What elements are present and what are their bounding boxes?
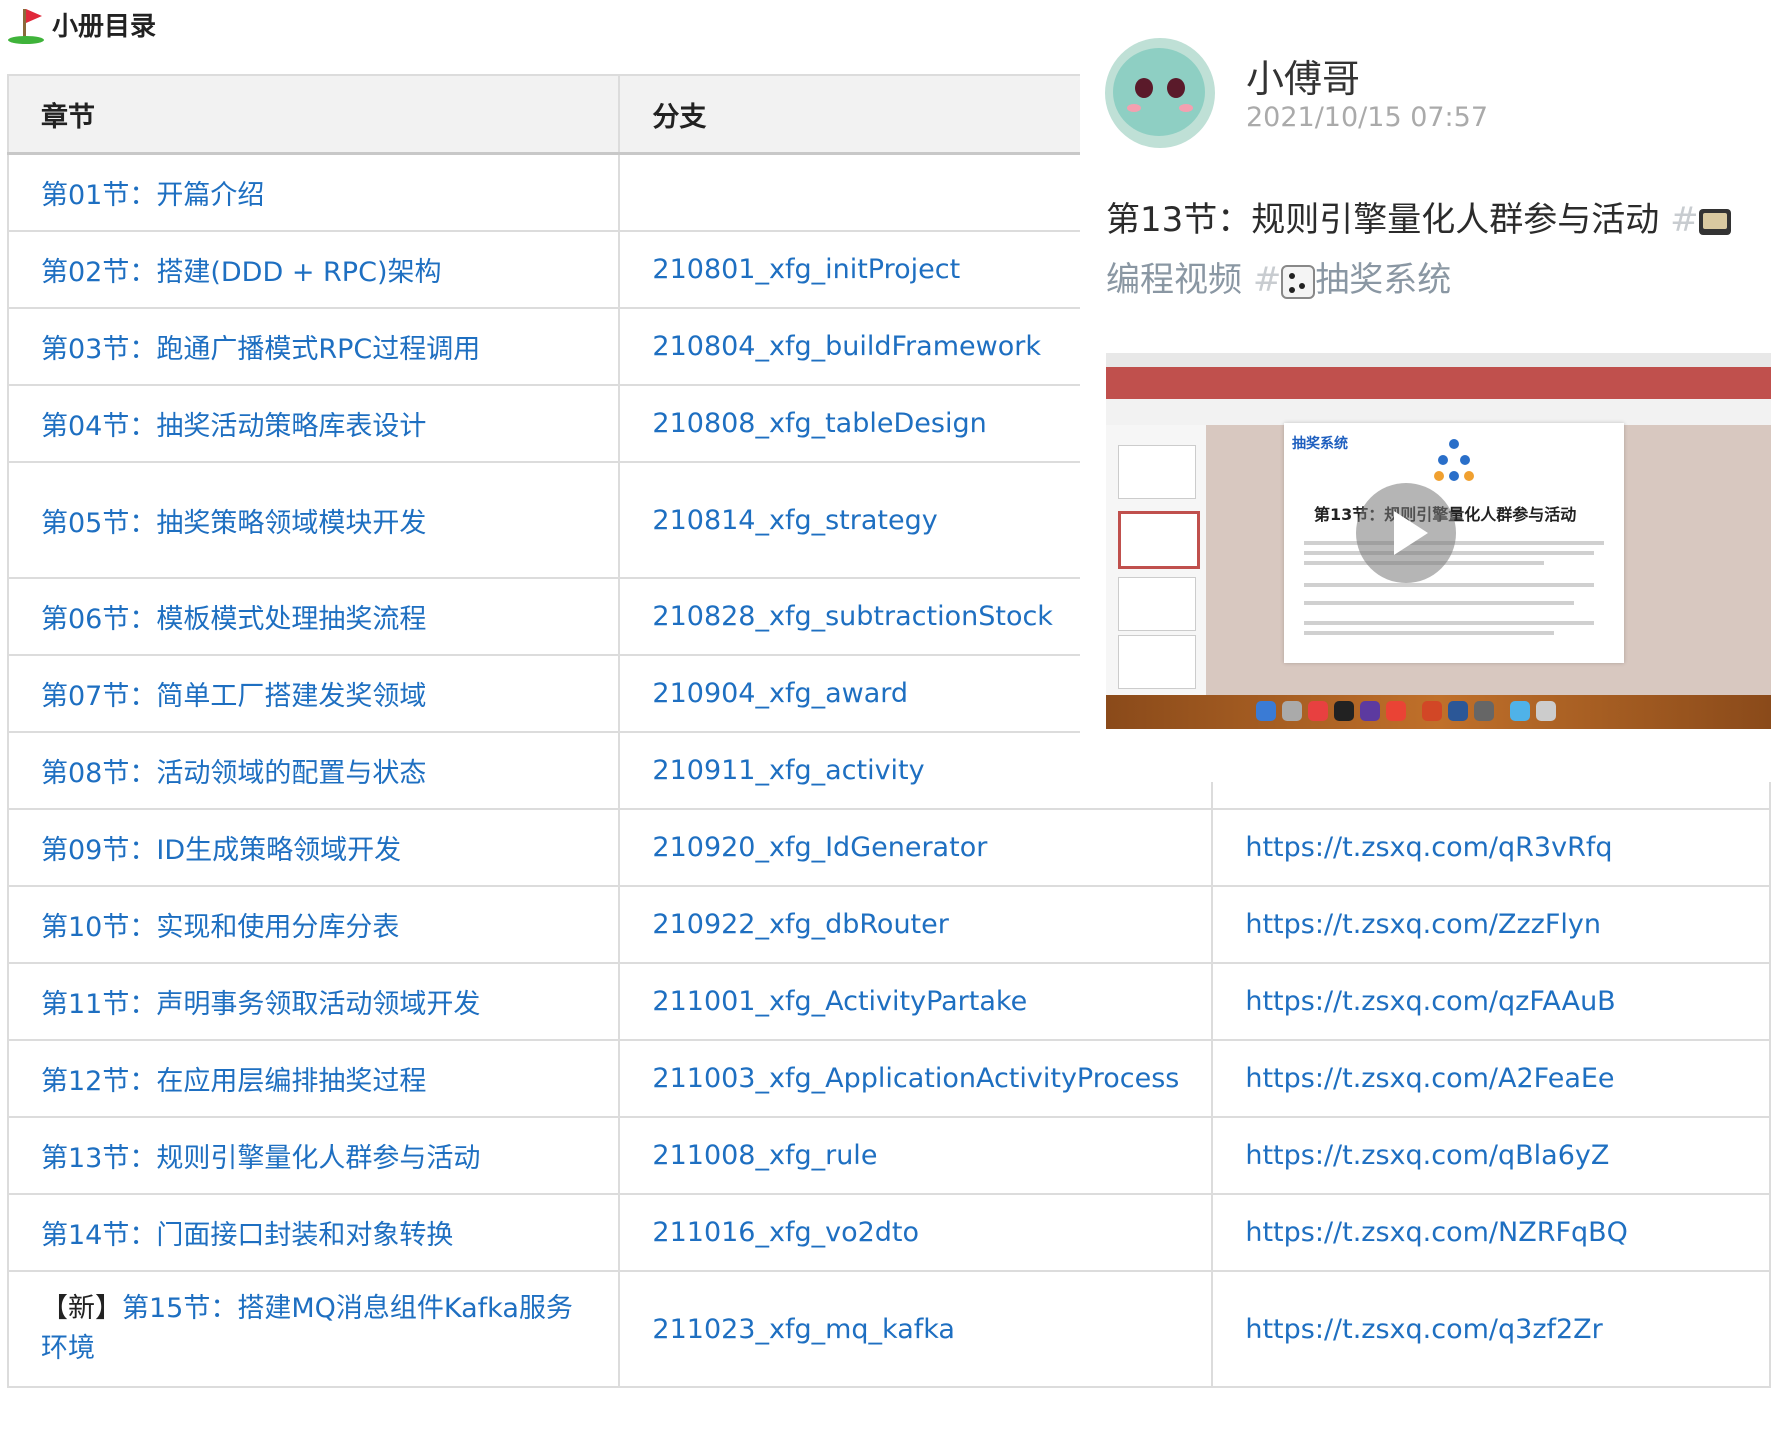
new-tag: 【新】 [41, 1293, 122, 1324]
slide-thumbnail [1118, 445, 1196, 499]
table-row: 第12节：在应用层编排抽奖过程 211003_xfg_ApplicationAc… [6, 1039, 1771, 1118]
table-row: 第11节：声明事务领取活动领域开发 211001_xfg_ActivityPar… [6, 962, 1771, 1041]
zsxq-link[interactable]: https://t.zsxq.com/qR3vRfq [1211, 808, 1771, 887]
zsxq-link[interactable]: https://t.zsxq.com/ZzzFlyn [1211, 885, 1771, 964]
post-time: 2021/10/15 07:57 [1246, 102, 1489, 133]
chapter-link[interactable]: 第08节：活动领域的配置与状态 [6, 731, 621, 810]
branch-link[interactable]: 210922_xfg_dbRouter [618, 885, 1214, 964]
hash-mark: # [1670, 200, 1699, 240]
zsxq-link[interactable]: https://t.zsxq.com/qBla6yZ [1211, 1116, 1771, 1195]
slide-thumbnail-selected [1118, 511, 1200, 569]
hash-mark: # [1252, 260, 1282, 300]
tag-programming-video[interactable]: 编程视频 [1106, 260, 1242, 300]
author-name[interactable]: 小傅哥 [1246, 48, 1360, 103]
chapter-link[interactable]: 第03节：跑通广播模式RPC过程调用 [6, 307, 621, 386]
table-row: 第13节：规则引擎量化人群参与活动 211008_xfg_rule https:… [6, 1116, 1771, 1195]
branch-link[interactable]: 211003_xfg_ApplicationActivityProcess [618, 1039, 1214, 1118]
branch-link[interactable]: 210920_xfg_IdGenerator [618, 808, 1214, 887]
video-player[interactable]: 抽奖系统 第13节：规则引擎量化人群参与活动 [1106, 353, 1771, 729]
chapter-link[interactable]: 第07节：简单工厂搭建发奖领域 [6, 654, 621, 733]
toc-heading-title: 小册目录 [52, 11, 157, 42]
table-row: 第14节：门面接口封装和对象转换 211016_xfg_vo2dto https… [6, 1193, 1771, 1272]
chapter-link[interactable]: 第12节：在应用层编排抽奖过程 [6, 1039, 621, 1118]
column-header-chapter: 章节 [6, 74, 621, 155]
table-row: 【新】第15节：搭建MQ消息组件Kafka服务环境 211023_xfg_mq_… [6, 1270, 1771, 1388]
zsxq-link[interactable]: https://t.zsxq.com/NZRFqBQ [1211, 1193, 1771, 1272]
slide-header: 抽奖系统 [1292, 436, 1348, 452]
post-tags: 编程视频 # 抽奖系统 [1106, 252, 1451, 301]
branch-link[interactable]: 211016_xfg_vo2dto [618, 1193, 1214, 1272]
branch-link[interactable]: 211001_xfg_ActivityPartake [618, 962, 1214, 1041]
chapter-link[interactable]: 第06节：模板模式处理抽奖流程 [6, 577, 621, 656]
chapter-link[interactable]: 第02节：搭建(DDD + RPC)架构 [6, 230, 621, 309]
table-row: 第10节：实现和使用分库分表 210922_xfg_dbRouter https… [6, 885, 1771, 964]
chapter-cell-text: 【新】第15节：搭建MQ消息组件Kafka服务环境 [41, 1289, 586, 1369]
video-slide-panel [1106, 425, 1206, 695]
dice-icon [1281, 264, 1316, 299]
post-title-text: 第13节：规则引擎量化人群参与活动 [1106, 200, 1660, 240]
video-toolbar [1106, 399, 1771, 425]
post-card: 小傅哥 2021/10/15 07:57 第13节：规则引擎量化人群参与活动 #… [1080, 30, 1771, 782]
slide-thumbnail [1118, 635, 1196, 689]
chapter-link[interactable]: 第11节：声明事务领取活动领域开发 [6, 962, 621, 1041]
chapter-link[interactable]: 第09节：ID生成策略领域开发 [6, 808, 621, 887]
chapter-link[interactable]: 第14节：门面接口封装和对象转换 [6, 1193, 621, 1272]
avatar[interactable] [1105, 38, 1215, 148]
chapter-cell: 【新】第15节：搭建MQ消息组件Kafka服务环境 [6, 1270, 621, 1388]
slide-thumbnail [1118, 577, 1196, 631]
play-icon[interactable] [1356, 483, 1456, 583]
video-menubar [1106, 353, 1771, 367]
chapter-link[interactable]: 第01节：开篇介绍 [6, 152, 621, 232]
toc-heading: 小册目录 [6, 4, 156, 44]
zsxq-link[interactable]: https://t.zsxq.com/qzFAAuB [1211, 962, 1771, 1041]
tree-diagram-icon [1434, 439, 1474, 481]
chapter-link[interactable]: 第10节：实现和使用分库分表 [6, 885, 621, 964]
chapter-link[interactable]: 第13节：规则引擎量化人群参与活动 [6, 1116, 621, 1195]
tag-lottery-system[interactable]: 抽奖系统 [1315, 260, 1451, 300]
chapter-link[interactable]: 第04节：抽奖活动策略库表设计 [6, 384, 621, 463]
table-row: 第09节：ID生成策略领域开发 210920_xfg_IdGenerator h… [6, 808, 1771, 887]
zsxq-link[interactable]: https://t.zsxq.com/A2FeaEe [1211, 1039, 1771, 1118]
video-dock [1106, 695, 1771, 729]
zsxq-link[interactable]: https://t.zsxq.com/q3zf2Zr [1211, 1270, 1771, 1388]
post-title: 第13节：规则引擎量化人群参与活动 # [1106, 192, 1731, 241]
chapter-link[interactable]: 第05节：抽奖策略领域模块开发 [6, 461, 621, 579]
flag-in-hole-icon [6, 4, 46, 44]
branch-link[interactable]: 211023_xfg_mq_kafka [618, 1270, 1214, 1388]
tv-icon [1698, 208, 1731, 235]
branch-link[interactable]: 211008_xfg_rule [618, 1116, 1214, 1195]
